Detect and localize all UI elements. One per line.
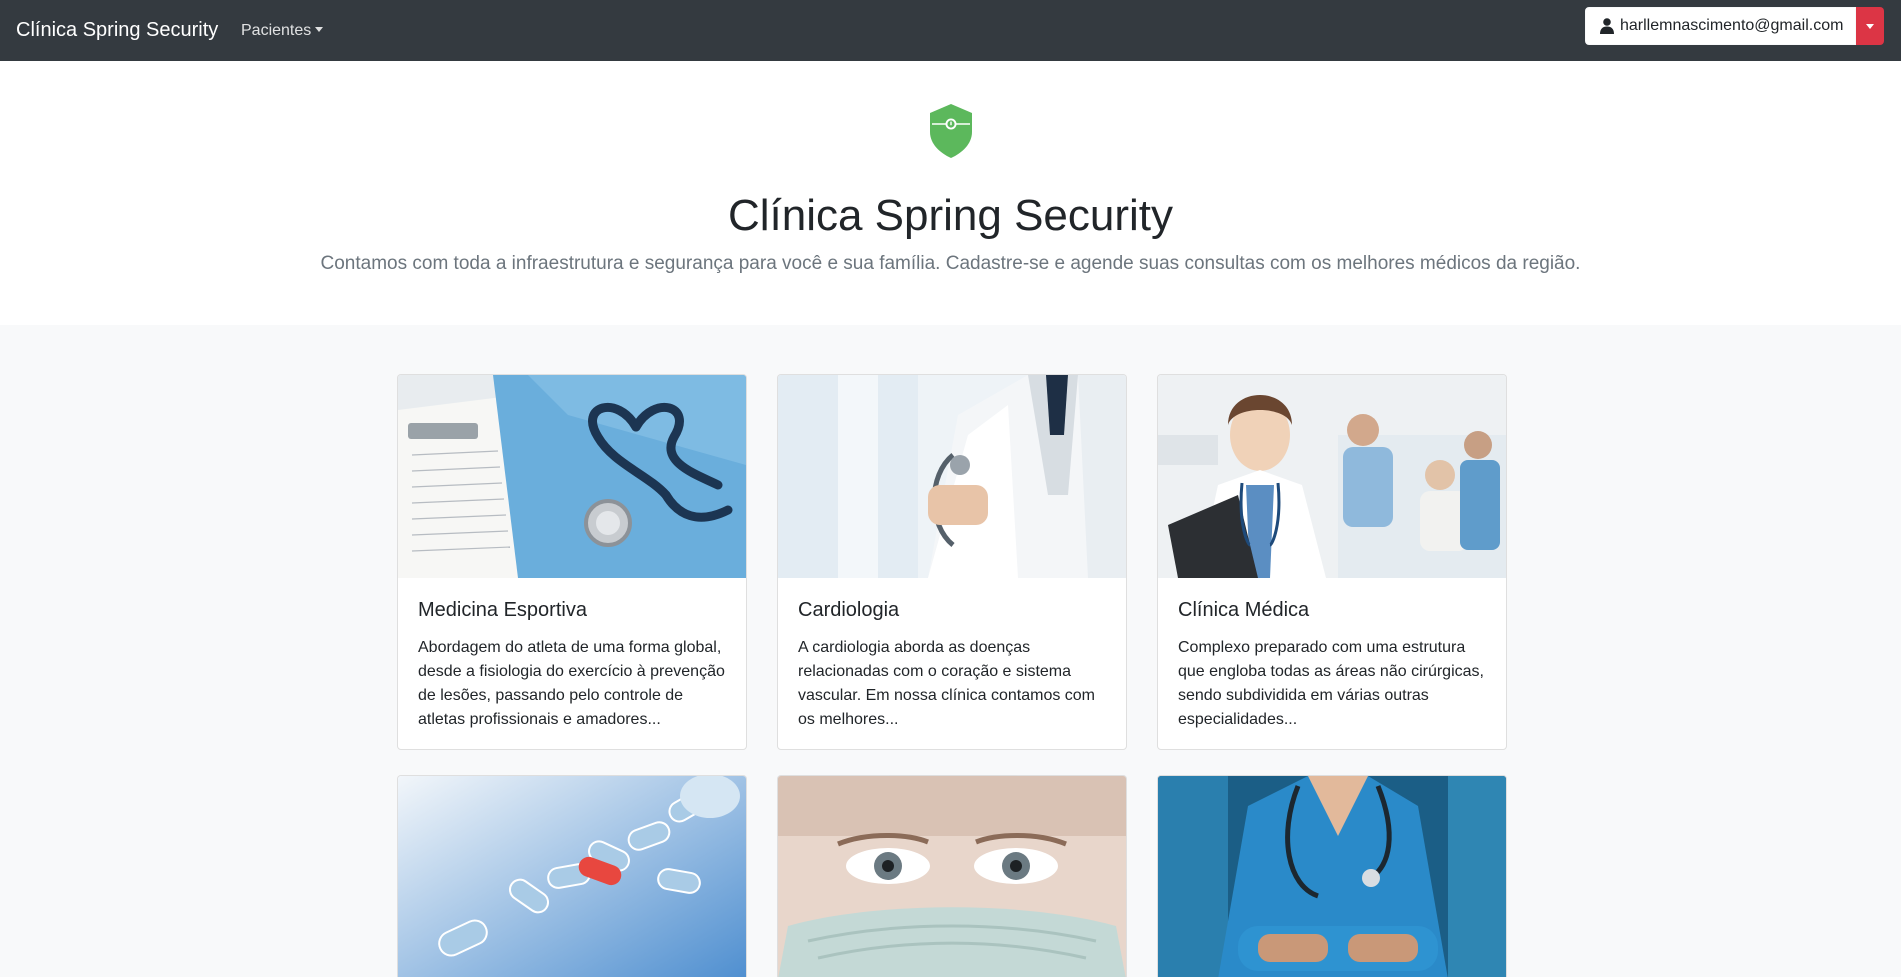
card-text: Complexo preparado com uma estrutura que… — [1178, 639, 1484, 728]
pacientes-dropdown[interactable]: Pacientes — [241, 20, 324, 42]
hero-lead: Contamos com toda a infraestrutura e seg… — [320, 253, 1581, 274]
card-image-doctor-scrubs — [1158, 776, 1506, 977]
user-email: harllemnascimento@gmail.com — [1620, 17, 1844, 34]
card-image-female-doctor — [1158, 375, 1506, 578]
card-clinica-medica[interactable]: Clínica Médica Complexo preparado com um… — [1157, 374, 1507, 750]
card-image-pills — [398, 776, 746, 977]
card-doctor-scrubs[interactable] — [1157, 775, 1507, 977]
card-title: Medicina Esportiva — [418, 599, 587, 621]
user-icon — [1600, 18, 1614, 34]
card-title: Clínica Médica — [1178, 599, 1310, 621]
card-title: Cardiologia — [798, 599, 900, 621]
hero-title: Clínica Spring Security — [727, 191, 1174, 240]
user-button-group: harllemnascimento@gmail.com — [1585, 7, 1885, 45]
card-surgeon-mask[interactable] — [777, 775, 1127, 977]
card-image-doctor — [778, 375, 1126, 578]
card-pills[interactable] — [397, 775, 747, 977]
pacientes-label: Pacientes — [241, 22, 312, 39]
card-text: A cardiologia aborda as doenças relacion… — [798, 639, 1096, 728]
user-dropdown-toggle[interactable] — [1856, 7, 1885, 45]
navbar: Clínica Spring Security Pacientes harlle… — [0, 0, 1901, 61]
card-medicina-esportiva[interactable]: Medicina Esportiva Abordagem do atleta d… — [397, 374, 747, 750]
shield-logo-icon — [930, 104, 972, 158]
user-account-button[interactable]: harllemnascimento@gmail.com — [1585, 7, 1857, 45]
card-image-masked-face — [778, 776, 1126, 977]
caret-down-icon — [1866, 23, 1875, 29]
navbar-brand[interactable]: Clínica Spring Security — [16, 16, 218, 44]
caret-down-icon — [315, 27, 324, 32]
card-text: Abordagem do atleta de uma forma global,… — [418, 639, 725, 728]
card-cardiologia[interactable]: Cardiologia A cardiologia aborda as doen… — [777, 374, 1127, 750]
card-image-stethoscope — [398, 375, 746, 578]
